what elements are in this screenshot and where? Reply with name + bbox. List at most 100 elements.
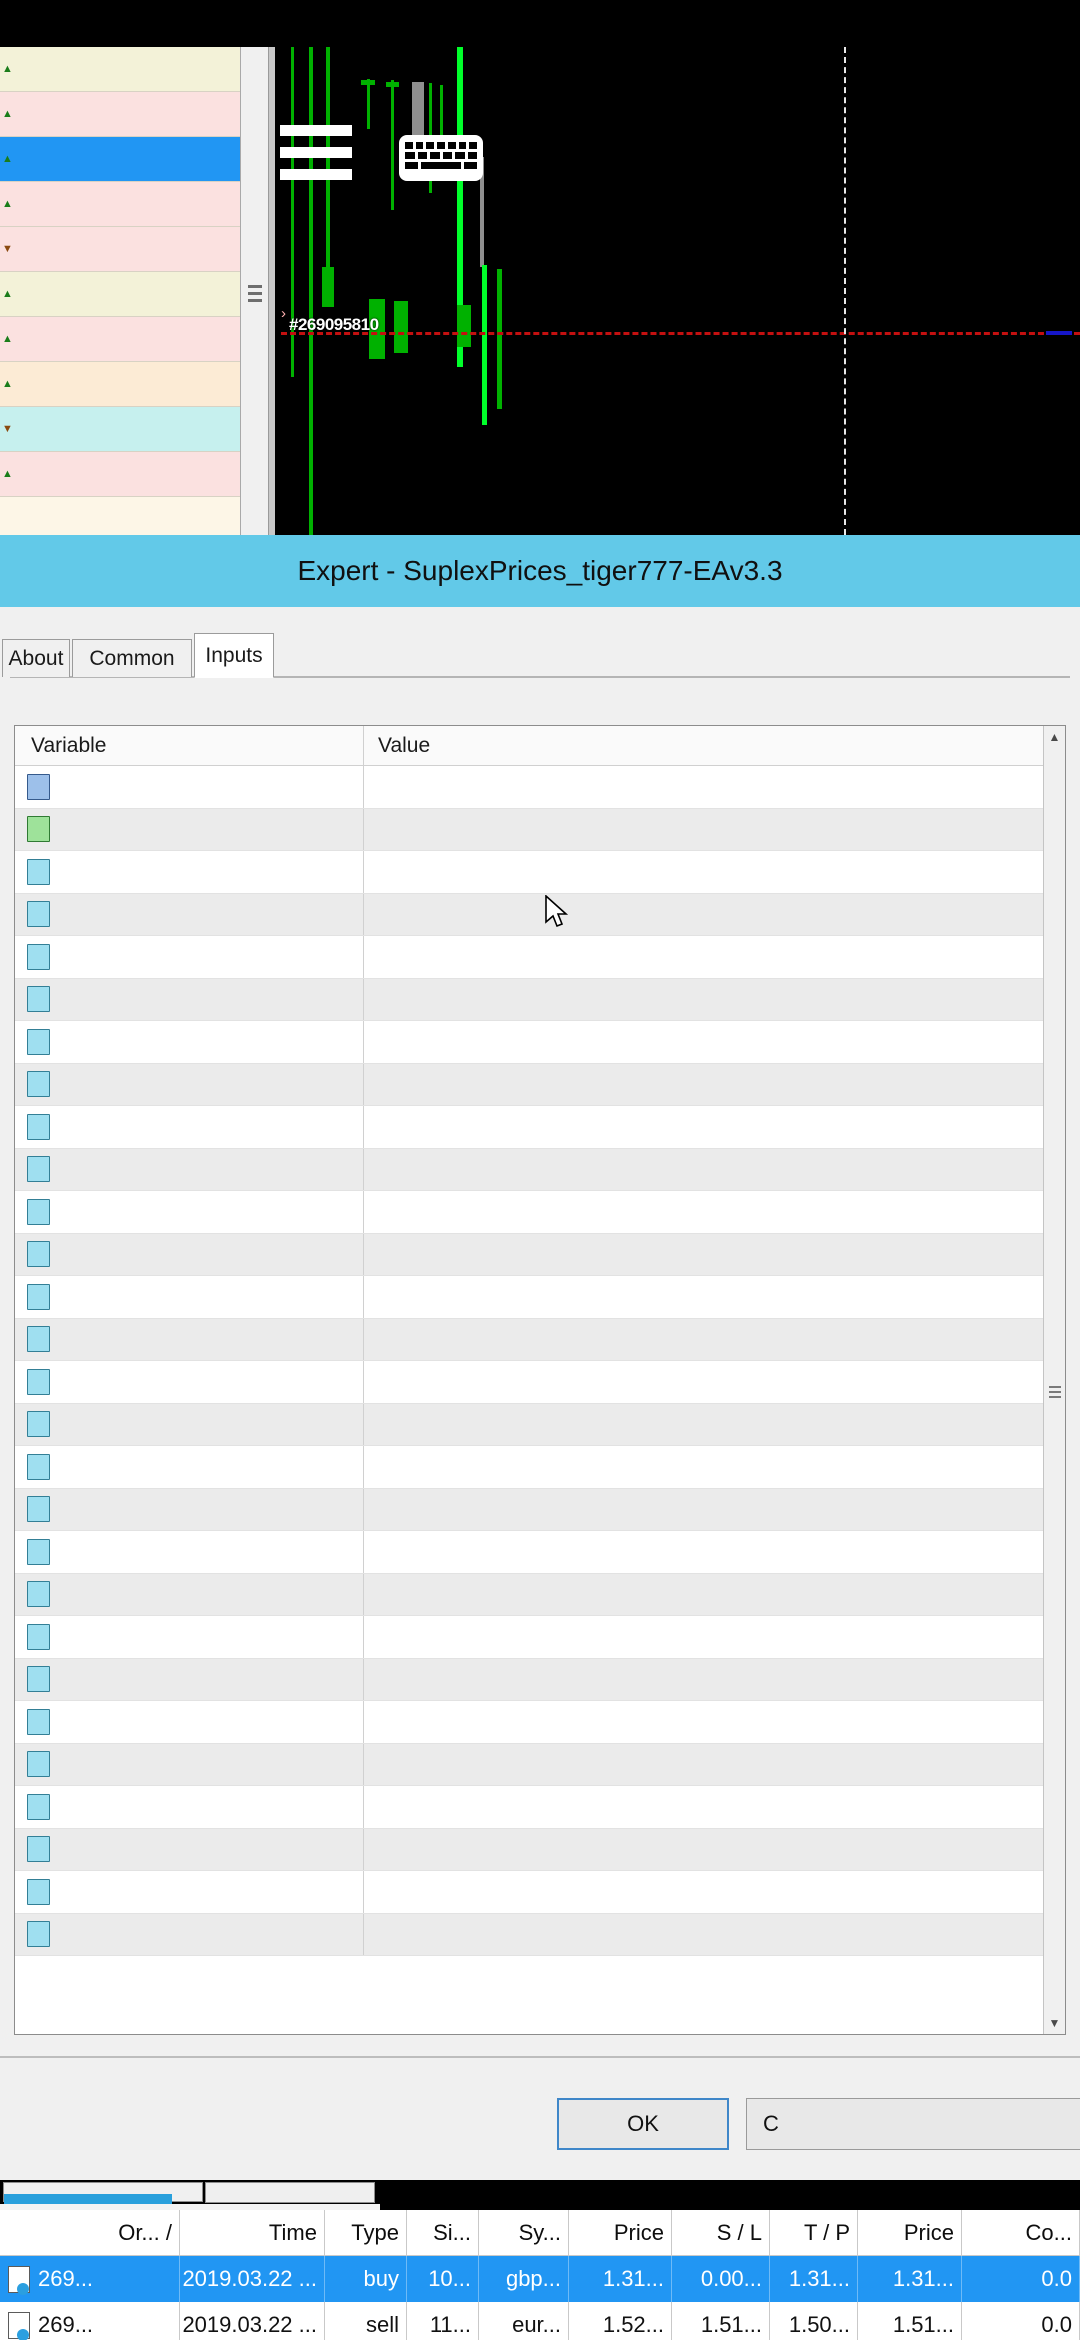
input-row[interactable] xyxy=(15,1871,1065,1914)
keyboard-icon[interactable] xyxy=(399,135,483,181)
market-watch-row[interactable]: ▲ xyxy=(0,362,240,407)
terminal-column-header[interactable]: T / P xyxy=(770,2210,858,2255)
terminal-order-id-cell: 269... xyxy=(0,2256,180,2302)
market-watch-row[interactable]: ▼ xyxy=(0,407,240,452)
tab-common[interactable]: Common xyxy=(72,639,192,677)
market-watch-row[interactable]: ▼ xyxy=(0,227,240,272)
input-row[interactable] xyxy=(15,1191,1065,1234)
double-icon xyxy=(27,1751,50,1777)
double-icon xyxy=(27,944,50,970)
input-row[interactable] xyxy=(15,1829,1065,1872)
terminal-column-header[interactable]: Type xyxy=(325,2210,407,2255)
input-variable-cell xyxy=(15,1659,364,1701)
market-watch-row[interactable]: ▲ xyxy=(0,272,240,317)
double-icon xyxy=(27,986,50,1012)
input-row[interactable] xyxy=(15,1234,1065,1277)
input-row[interactable] xyxy=(15,979,1065,1022)
trend-arrow-icon: ▲ xyxy=(2,199,13,210)
terminal-cell: eur... xyxy=(479,2302,569,2340)
input-row[interactable] xyxy=(15,809,1065,852)
double-icon xyxy=(27,1114,50,1140)
tab-about[interactable]: About xyxy=(2,639,70,677)
double-icon xyxy=(27,1794,50,1820)
input-row[interactable] xyxy=(15,1319,1065,1362)
input-row[interactable] xyxy=(15,1446,1065,1489)
input-row[interactable] xyxy=(15,1786,1065,1829)
terminal-column-header[interactable]: Price xyxy=(858,2210,962,2255)
market-watch-row[interactable]: ▲ xyxy=(0,317,240,362)
input-row[interactable] xyxy=(15,1616,1065,1659)
cancel-button[interactable]: C xyxy=(746,2098,1080,2150)
column-header-variable[interactable]: Variable xyxy=(15,726,364,765)
scrollbar-thumb[interactable] xyxy=(1049,1386,1061,1402)
input-row[interactable] xyxy=(15,1744,1065,1787)
terminal-column-header[interactable]: Sy... xyxy=(479,2210,569,2255)
top-black-strip xyxy=(0,0,1080,47)
input-variable-cell xyxy=(15,1489,364,1531)
candle xyxy=(309,47,313,535)
terminal-tab-secondary[interactable] xyxy=(205,2182,375,2203)
input-row[interactable] xyxy=(15,894,1065,937)
candle xyxy=(361,80,375,85)
terminal-cell: 2019.03.22 ... xyxy=(180,2302,325,2340)
terminal-order-row[interactable]: 269...2019.03.22 ...buy10...gbp...1.31..… xyxy=(0,2256,1080,2302)
terminal-orders-grid[interactable]: Or... /TimeTypeSi...Sy...PriceS / LT / P… xyxy=(0,2210,1080,2340)
market-watch-row[interactable]: ▲ xyxy=(0,182,240,227)
input-row[interactable] xyxy=(15,1276,1065,1319)
trend-arrow-icon: ▼ xyxy=(2,424,13,435)
input-row[interactable] xyxy=(15,851,1065,894)
terminal-column-header[interactable]: Co... xyxy=(962,2210,1080,2255)
terminal-order-row[interactable]: 269...2019.03.22 ...sell11...eur...1.52.… xyxy=(0,2302,1080,2340)
number-icon xyxy=(27,774,50,800)
input-row[interactable] xyxy=(15,1361,1065,1404)
input-row[interactable] xyxy=(15,1489,1065,1532)
market-watch-row[interactable]: ▲ xyxy=(0,92,240,137)
terminal-column-header[interactable]: Time xyxy=(180,2210,325,2255)
input-row[interactable] xyxy=(15,936,1065,979)
market-watch-row[interactable]: ▲ xyxy=(0,47,240,92)
input-row[interactable] xyxy=(15,1914,1065,1957)
market-watch-panel[interactable]: ▲▲▲▲▼▲▲▲▼▲ xyxy=(0,47,241,535)
terminal-cell: 10... xyxy=(407,2256,479,2302)
dialog-titlebar[interactable]: Expert - SuplexPrices_tiger777-EAv3.3 xyxy=(0,535,1080,607)
input-variable-cell xyxy=(15,1361,364,1403)
trend-arrow-icon: ▲ xyxy=(2,109,13,120)
input-row[interactable] xyxy=(15,1701,1065,1744)
ok-button[interactable]: OK xyxy=(557,2098,729,2150)
market-watch-row[interactable]: ▲ xyxy=(0,137,240,182)
candle xyxy=(497,269,502,409)
terminal-column-header[interactable]: Si... xyxy=(407,2210,479,2255)
price-chart-panel[interactable]: › #269095810 xyxy=(269,47,1080,535)
input-variable-cell xyxy=(15,1701,364,1743)
column-header-value[interactable]: Value xyxy=(364,726,1065,765)
input-row[interactable] xyxy=(15,1149,1065,1192)
double-icon xyxy=(27,1029,50,1055)
market-watch-row[interactable]: ▲ xyxy=(0,452,240,497)
input-row[interactable] xyxy=(15,766,1065,809)
inputs-grid[interactable]: Variable Value ▲ ▼ xyxy=(14,725,1066,2035)
trend-arrow-icon: ▲ xyxy=(2,64,13,75)
input-row[interactable] xyxy=(15,1404,1065,1447)
terminal-cell: 1.51... xyxy=(672,2302,770,2340)
tab-inputs[interactable]: Inputs xyxy=(194,633,274,678)
input-row[interactable] xyxy=(15,1659,1065,1702)
candle xyxy=(367,79,370,129)
terminal-tabstrip[interactable] xyxy=(0,2180,1080,2206)
scroll-down-arrow[interactable]: ▼ xyxy=(1044,2012,1065,2034)
market-watch-resize-grip[interactable] xyxy=(248,285,262,307)
scroll-up-arrow[interactable]: ▲ xyxy=(1044,726,1065,748)
hamburger-menu-icon[interactable] xyxy=(280,125,352,180)
input-row[interactable] xyxy=(15,1531,1065,1574)
input-row[interactable] xyxy=(15,1021,1065,1064)
terminal-column-header[interactable]: Or... / xyxy=(0,2210,180,2255)
input-row[interactable] xyxy=(15,1106,1065,1149)
terminal-cell: 2019.03.22 ... xyxy=(180,2256,325,2302)
terminal-column-header[interactable]: Price xyxy=(569,2210,672,2255)
terminal-column-header[interactable]: S / L xyxy=(672,2210,770,2255)
inputs-grid-scrollbar[interactable]: ▲ ▼ xyxy=(1043,726,1065,2034)
input-row[interactable] xyxy=(15,1064,1065,1107)
input-row[interactable] xyxy=(15,1574,1065,1617)
trend-arrow-icon: ▼ xyxy=(2,244,13,255)
double-icon xyxy=(27,1411,50,1437)
dialog-tabs: About Common Inputs xyxy=(0,633,1080,678)
